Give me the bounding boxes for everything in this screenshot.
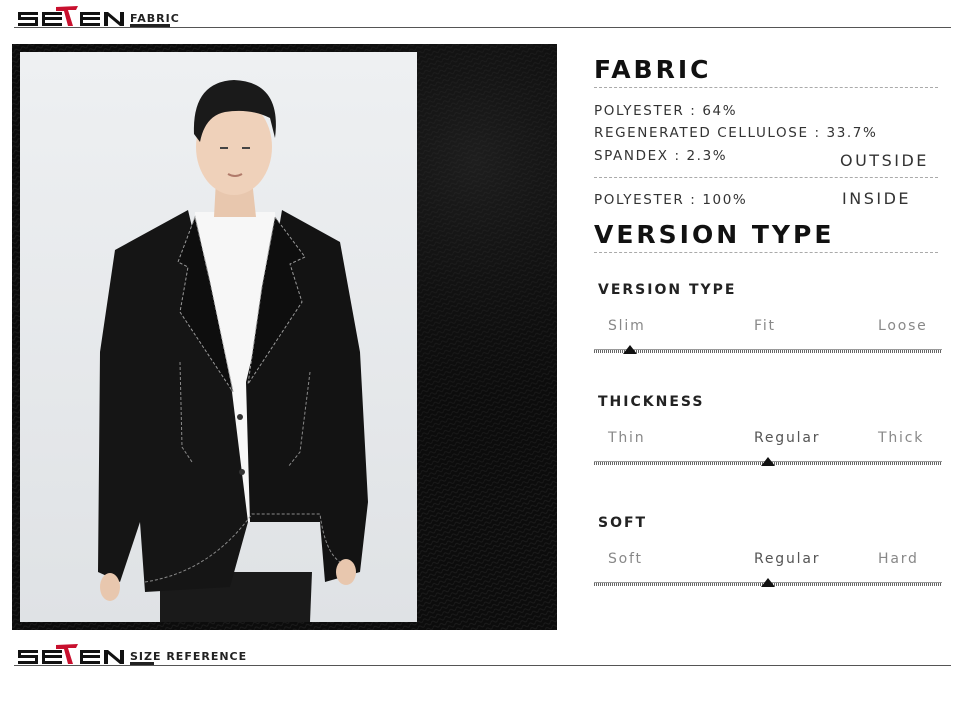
seven-logo xyxy=(18,6,124,26)
version-type-heading: VERSION TYPE xyxy=(594,220,835,249)
seven-logo xyxy=(18,644,124,664)
scale-marker-icon xyxy=(761,457,775,466)
scale-title: THICKNESS xyxy=(598,394,705,410)
scale-option: Loose xyxy=(878,318,928,334)
scale-track xyxy=(594,349,942,353)
divider xyxy=(594,87,938,88)
fabric-outside-line-1: POLYESTER : 64% xyxy=(594,103,738,119)
scale-option: Soft xyxy=(608,551,643,567)
scale-marker-icon xyxy=(761,578,775,587)
fabric-outside-line-3: SPANDEX : 2.3% xyxy=(594,148,728,164)
scale-marker-icon xyxy=(622,345,637,354)
model-photo xyxy=(20,52,417,622)
divider xyxy=(594,177,938,178)
header-rule xyxy=(14,27,951,28)
inside-label: INSIDE xyxy=(842,189,911,208)
model-illustration xyxy=(20,52,417,622)
scale-option: Thin xyxy=(608,430,646,446)
fabric-inside-line: POLYESTER : 100% xyxy=(594,192,748,208)
scale-option: Fit xyxy=(754,318,776,334)
fabric-heading: FABRIC xyxy=(594,55,712,84)
scale-option: Regular xyxy=(754,430,821,446)
scale-title: SOFT xyxy=(598,515,648,531)
scale-title: VERSION TYPE xyxy=(598,282,737,298)
scale-option: Thick xyxy=(878,430,925,446)
scale-option: Hard xyxy=(878,551,919,567)
bottom-brand-bar: SIZE REFERENCE xyxy=(14,638,951,668)
scale-option: Regular xyxy=(754,551,821,567)
footer-rule xyxy=(14,665,951,666)
fabric-outside-line-2: REGENERATED CELLULOSE : 33.7% xyxy=(594,125,878,141)
outside-label: OUTSIDE xyxy=(840,151,929,170)
top-brand-bar: FABRIC xyxy=(14,0,951,30)
product-photo-panel xyxy=(12,44,557,630)
scale-option: Slim xyxy=(608,318,646,334)
divider xyxy=(594,252,938,253)
